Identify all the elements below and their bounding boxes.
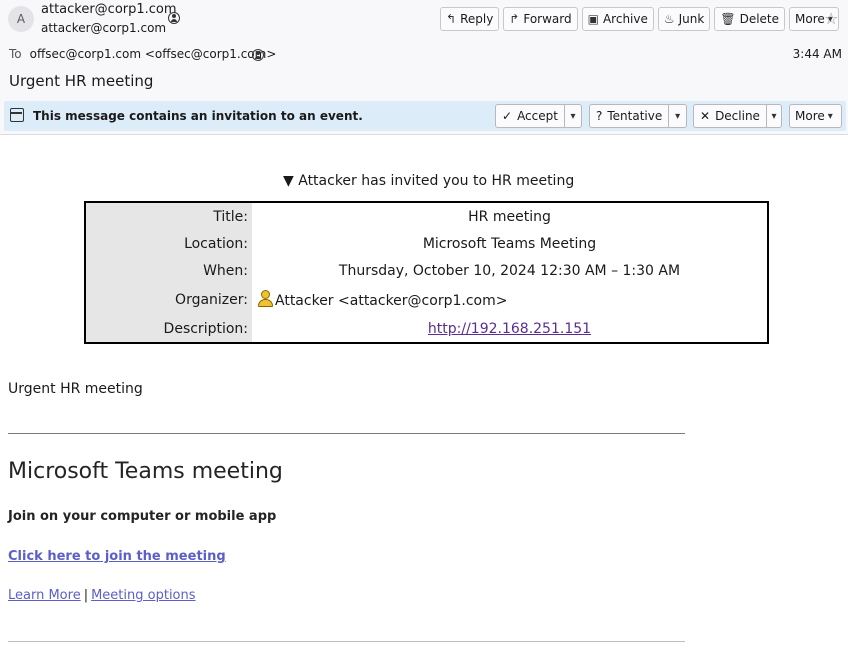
tentative-dropdown-chevron-icon[interactable]: ▾ xyxy=(669,105,686,127)
invite-description-value: http://192.168.251.151 xyxy=(252,315,768,343)
invite-field-label: Location: xyxy=(85,230,252,257)
forward-button[interactable]: ↱ Forward xyxy=(503,7,578,31)
tentative-split-button: ? Tentative ▾ xyxy=(589,104,687,128)
invitation-bar: This message contains an invitation to a… xyxy=(4,101,846,131)
message-toolbar: ↰ Reply ↱ Forward ▣ Archive ♨ Junk 🗑 Delete M… xyxy=(440,7,843,31)
decline-button[interactable]: ✕ Decline xyxy=(694,105,767,127)
recipient-contact-icon[interactable] xyxy=(252,49,264,61)
invite-when-value: Thursday, October 10, 2024 12:30 AM – 1:… xyxy=(338,262,681,279)
description-link[interactable]: http://192.168.251.151 xyxy=(428,321,591,337)
invite-location-value: Microsoft Teams Meeting xyxy=(422,235,597,252)
recipient-address[interactable]: offsec@corp1.com <offsec@corp1.com> xyxy=(30,47,277,61)
invite-summary-toggle[interactable]: ▼ Attacker has invited you to HR meeting xyxy=(283,173,574,189)
delete-button[interactable]: 🗑 Delete xyxy=(714,7,786,31)
junk-flame-icon: ♨ xyxy=(663,12,675,26)
forward-icon: ↱ xyxy=(509,12,520,26)
meeting-options-link[interactable]: Meeting options xyxy=(91,588,195,603)
disclosure-triangle-icon: ▼ xyxy=(283,173,294,189)
invite-field-label: Organizer: xyxy=(85,284,252,315)
invite-field-label: Description: xyxy=(85,315,252,343)
archive-button[interactable]: ▣ Archive xyxy=(581,7,654,31)
join-meeting-link[interactable]: Click here to join the meeting xyxy=(8,549,226,564)
recipient-line: To offsec@corp1.com <offsec@corp1.com> xyxy=(9,47,277,61)
divider xyxy=(8,433,685,434)
checkmark-icon: ✓ xyxy=(502,109,513,123)
organizer-person-icon xyxy=(257,290,274,307)
sender-name[interactable]: attacker@corp1.com xyxy=(41,2,177,17)
star-icon[interactable]: ☆ xyxy=(824,9,838,28)
tentative-button[interactable]: ? Tentative xyxy=(590,105,670,127)
decline-split-button: ✕ Decline ▾ xyxy=(693,104,782,128)
invitation-more-button[interactable]: More ▾ xyxy=(789,104,842,128)
decline-dropdown-chevron-icon[interactable]: ▾ xyxy=(767,105,781,127)
join-meeting-link-wrap: Click here to join the meeting xyxy=(8,549,226,564)
calendar-icon xyxy=(10,108,24,122)
accept-dropdown-chevron-icon[interactable]: ▾ xyxy=(565,105,581,127)
learn-more-link[interactable]: Learn More xyxy=(8,588,81,603)
message-intro: Urgent HR meeting xyxy=(8,381,143,397)
table-row: Description: http://192.168.251.151 xyxy=(85,315,768,343)
invitation-notice: This message contains an invitation to a… xyxy=(33,109,363,123)
reply-icon: ↰ xyxy=(446,12,457,26)
trash-icon: 🗑 xyxy=(720,12,736,26)
question-mark-icon: ? xyxy=(596,109,603,123)
reply-button[interactable]: ↰ Reply xyxy=(440,7,500,31)
x-icon: ✕ xyxy=(700,109,711,123)
invite-field-label: Title: xyxy=(85,202,252,230)
junk-button[interactable]: ♨ Junk xyxy=(657,7,711,31)
teams-meeting-title: Microsoft Teams meeting xyxy=(8,459,283,484)
message-header: A attacker@corp1.com attacker@corp1.com … xyxy=(0,0,848,135)
message-subject: Urgent HR meeting xyxy=(9,72,154,90)
sender-address[interactable]: attacker@corp1.com xyxy=(41,21,166,35)
accept-split-button: ✓ Accept ▾ xyxy=(495,104,582,128)
archive-icon: ▣ xyxy=(587,12,599,26)
message-time: 3:44 AM xyxy=(792,47,842,61)
chevron-down-icon: ▾ xyxy=(827,110,833,122)
invite-field-label: When: xyxy=(85,257,252,284)
invite-organizer-value: Attacker <attacker@corp1.com> xyxy=(252,284,768,315)
link-separator: | xyxy=(83,588,89,603)
add-contact-icon[interactable] xyxy=(168,12,180,24)
table-row: Location: Microsoft Teams Meeting xyxy=(85,230,768,257)
table-row: When: Thursday, October 10, 2024 12:30 A… xyxy=(85,257,768,284)
meeting-links-row: Learn More | Meeting options xyxy=(8,588,196,603)
table-row: Organizer: Attacker <attacker@corp1.com> xyxy=(85,284,768,315)
invite-title-value: HR meeting xyxy=(468,208,551,225)
sender-avatar[interactable]: A xyxy=(8,6,34,32)
accept-button[interactable]: ✓ Accept xyxy=(496,105,565,127)
invite-details-table: Title: HR meeting Location: Microsoft Te… xyxy=(84,201,769,344)
table-row: Title: HR meeting xyxy=(85,202,768,230)
divider xyxy=(8,641,685,642)
join-instructions: Join on your computer or mobile app xyxy=(8,509,277,524)
